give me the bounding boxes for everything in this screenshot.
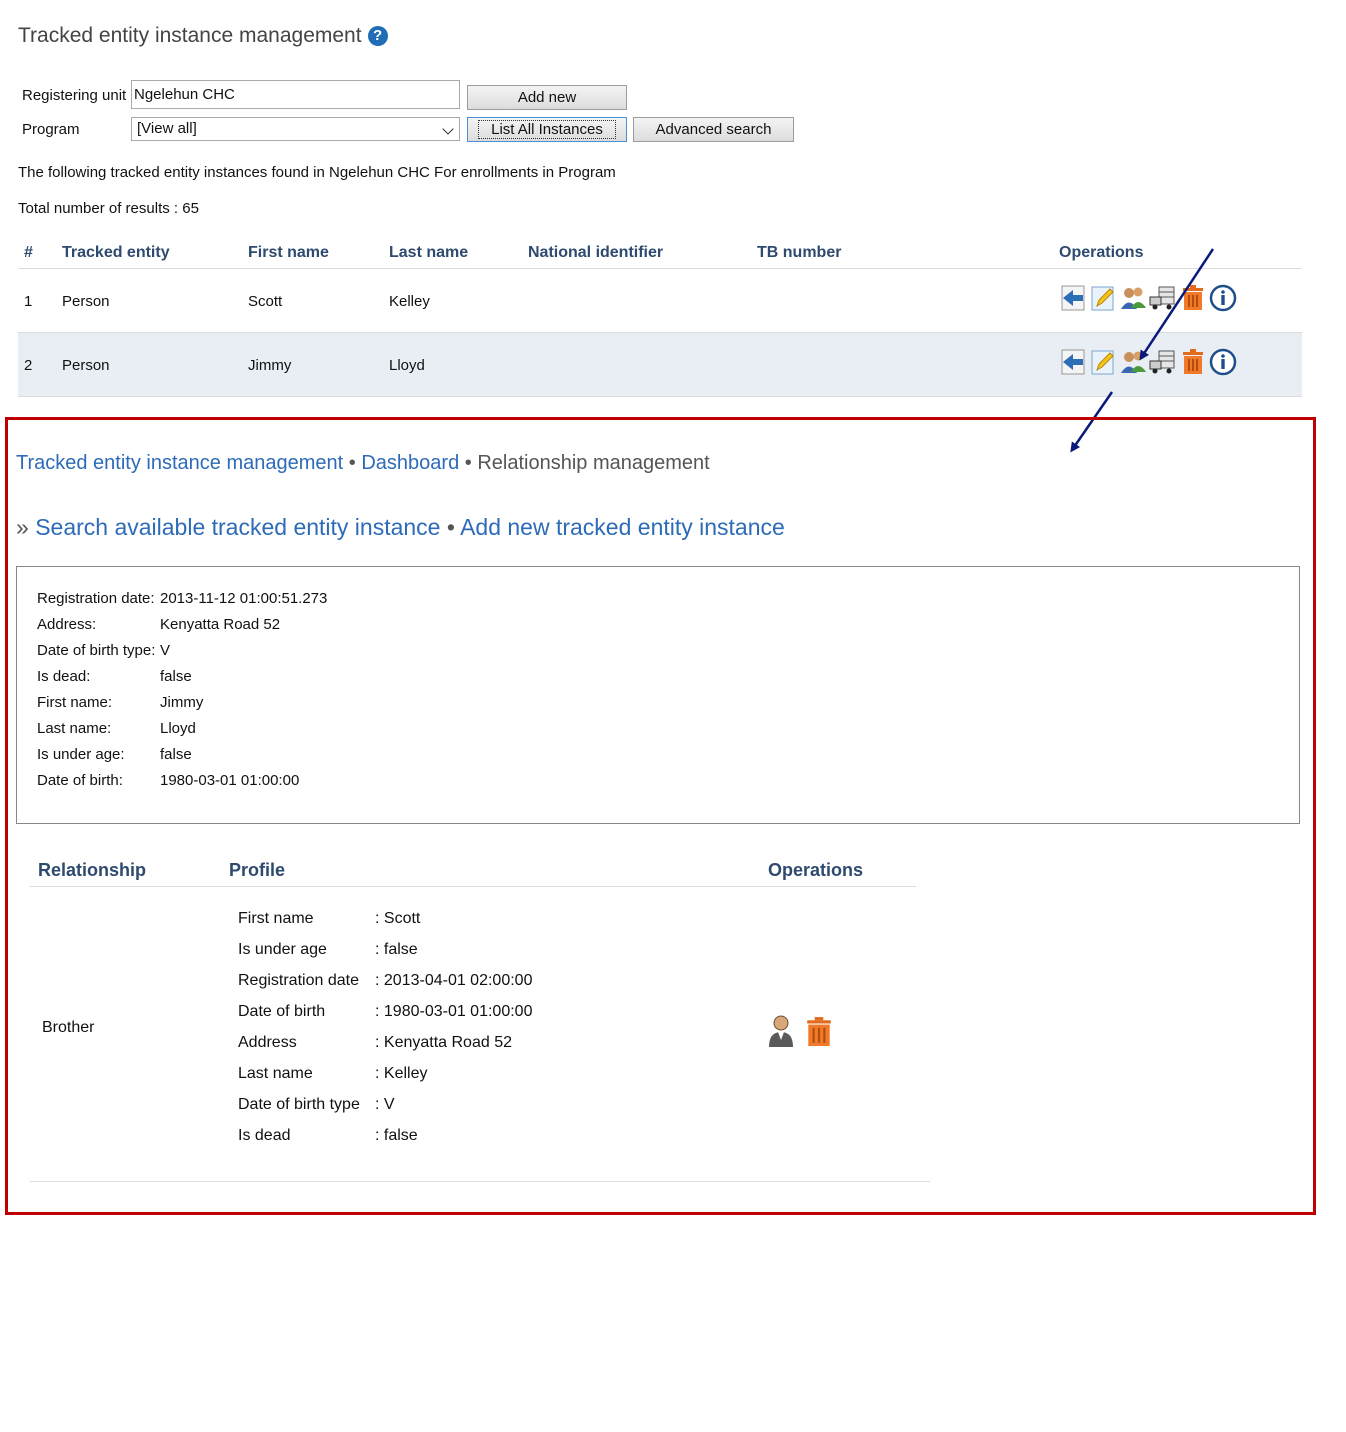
profile-value: : Kelley	[375, 1065, 428, 1082]
rel-col-header-profile: Profile	[229, 860, 286, 880]
detail-value: Kenyatta Road 52	[160, 616, 281, 633]
profile-label: Is under age	[238, 941, 327, 958]
detail-label: Registration date:	[37, 590, 155, 607]
rel-col-header-relationship: Relationship	[38, 860, 147, 880]
rel-row-divider	[30, 1181, 930, 1182]
profile-value: : V	[375, 1096, 395, 1113]
action-links: » Search available tracked entity instan…	[16, 514, 785, 541]
detail-value: 1980-03-01 01:00:00	[160, 772, 300, 789]
breadcrumb-separator: •	[348, 452, 356, 474]
breadcrumb: Tracked entity instance management • Das…	[16, 452, 710, 475]
profile-value: : Kenyatta Road 52	[375, 1034, 512, 1051]
annotation-arrows	[1070, 248, 1215, 453]
relationship-operations	[766, 1014, 834, 1048]
profile-label: Is dead	[238, 1127, 291, 1144]
links-prefix: »	[16, 514, 29, 540]
breadcrumb-separator: •	[464, 452, 472, 474]
profile-label: First name	[238, 910, 314, 927]
profile-value: : false	[375, 1127, 418, 1144]
detail-label: First name:	[37, 694, 113, 711]
breadcrumb-tei-management[interactable]: Tracked entity instance management	[16, 452, 343, 474]
detail-label: Address:	[37, 616, 97, 633]
breadcrumb-current: Relationship management	[477, 452, 710, 474]
search-available-tei-link[interactable]: Search available tracked entity instance	[35, 514, 440, 540]
profile-label: Date of birth	[238, 1003, 326, 1020]
profile-label: Address	[238, 1034, 297, 1051]
detail-label: Date of birth type:	[37, 642, 156, 659]
profile-value: : Scott	[375, 910, 421, 927]
add-new-tei-link[interactable]: Add new tracked entity instance	[460, 514, 785, 540]
profile-value: : false	[375, 941, 418, 958]
detail-value: V	[160, 642, 171, 659]
detail-label: Last name:	[37, 720, 112, 737]
breadcrumb-dashboard[interactable]: Dashboard	[361, 452, 459, 474]
detail-value: Jimmy	[160, 694, 204, 711]
delete-trash-icon[interactable]	[804, 1014, 834, 1048]
relationship-type: Brother	[42, 1019, 95, 1036]
detail-value: false	[160, 746, 192, 763]
person-profile-icon[interactable]	[766, 1014, 796, 1048]
detail-label: Is dead:	[37, 668, 91, 685]
profile-label: Last name	[238, 1065, 313, 1082]
profile-label: Date of birth type	[238, 1096, 360, 1113]
detail-value: Lloyd	[160, 720, 196, 737]
links-separator: •	[446, 514, 455, 540]
profile-value: : 1980-03-01 01:00:00	[375, 1003, 533, 1020]
profile-label: Registration date	[238, 972, 359, 989]
rel-header-divider	[30, 886, 916, 887]
detail-value: 2013-11-12 01:00:51.273	[160, 590, 328, 607]
rel-col-header-operations: Operations	[768, 860, 864, 880]
detail-label: Is under age:	[37, 746, 125, 763]
profile-value: : 2013-04-01 02:00:00	[375, 972, 533, 989]
arrow-to-relationship-icon	[1139, 248, 1215, 361]
detail-value: false	[160, 668, 192, 685]
detail-label: Date of birth:	[37, 772, 123, 789]
